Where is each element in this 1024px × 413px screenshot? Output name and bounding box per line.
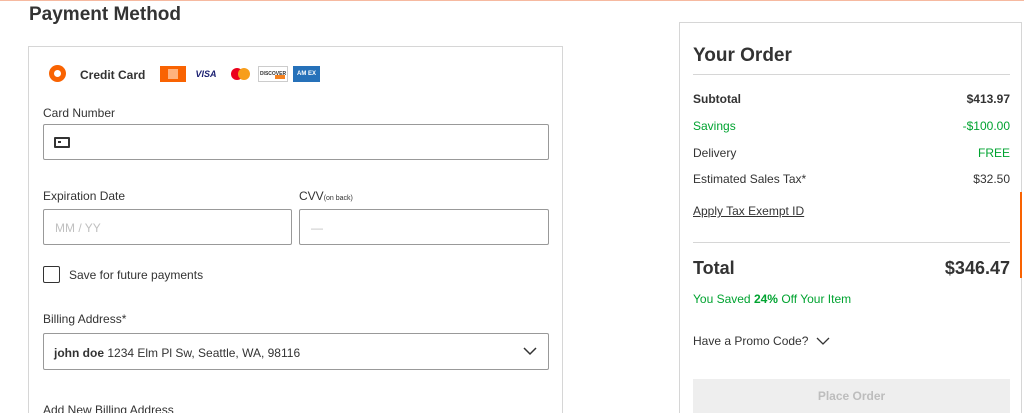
feedback-tab[interactable]	[1020, 192, 1024, 278]
add-billing-address-link[interactable]: Add New Billing Address	[43, 403, 174, 413]
chevron-down-icon	[816, 337, 830, 345]
total-row: Total $346.47	[693, 258, 1010, 278]
cvv-label: CVV(on back)	[299, 189, 353, 203]
billing-address-value: john doe 1234 Elm Pl Sw, Seattle, WA, 98…	[54, 346, 301, 360]
save-payment-checkbox[interactable]	[43, 266, 60, 283]
billing-address-select[interactable]: john doe 1234 Elm Pl Sw, Seattle, WA, 98…	[43, 333, 549, 370]
total-divider	[693, 242, 1010, 243]
credit-card-radio[interactable]	[49, 65, 66, 82]
order-title-divider	[693, 74, 1010, 75]
cvv-placeholder: —	[311, 221, 323, 235]
home-depot-card-icon	[160, 66, 186, 82]
place-order-button[interactable]: Place Order	[693, 379, 1010, 413]
visa-icon: VISA	[195, 69, 217, 79]
savings-row: Savings -$100.00	[693, 119, 1010, 133]
expiration-date-label: Expiration Date	[43, 189, 126, 203]
credit-card-label[interactable]: Credit Card	[80, 68, 145, 82]
save-payment-label[interactable]: Save for future payments	[69, 268, 203, 282]
order-title: Your Order	[693, 45, 792, 66]
chevron-down-icon	[523, 347, 537, 356]
you-saved-text: You Saved 24% Off Your Item	[693, 292, 852, 306]
cvv-input[interactable]: —	[299, 209, 549, 245]
expiration-date-input[interactable]: MM / YY	[43, 209, 292, 245]
amex-icon: AM EX	[293, 66, 320, 82]
mastercard-icon	[226, 66, 254, 82]
card-number-label: Card Number	[43, 106, 116, 120]
expiration-placeholder: MM / YY	[55, 221, 101, 235]
payment-method-title: Payment Method	[29, 4, 182, 25]
credit-card-icon	[54, 137, 70, 148]
billing-address-label: Billing Address*	[43, 312, 127, 326]
top-divider	[0, 0, 1024, 1]
delivery-row: Delivery FREE	[693, 146, 1010, 160]
promo-code-toggle[interactable]: Have a Promo Code?	[693, 334, 830, 348]
discover-icon: DISCOVER	[258, 66, 288, 82]
apply-tax-exempt-link[interactable]: Apply Tax Exempt ID	[693, 204, 804, 218]
subtotal-row: Subtotal $413.97	[693, 92, 1010, 106]
sales-tax-row: Estimated Sales Tax* $32.50	[693, 172, 1010, 186]
card-number-input[interactable]	[43, 124, 549, 160]
